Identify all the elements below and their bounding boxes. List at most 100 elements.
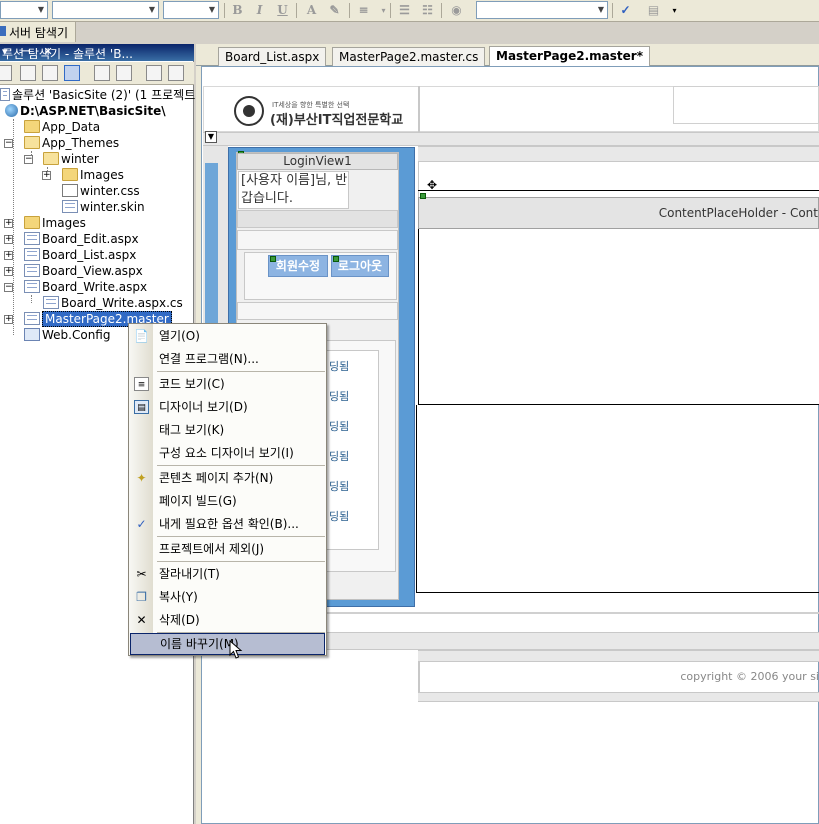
- toolbar-separator: [224, 3, 225, 18]
- expand-icon[interactable]: +: [4, 251, 13, 260]
- expand-icon[interactable]: +: [4, 315, 13, 324]
- logout-button[interactable]: 로그아웃: [331, 255, 389, 277]
- expand-icon[interactable]: +: [4, 235, 13, 244]
- asp-config-icon[interactable]: [168, 65, 184, 81]
- tree-item-web-config[interactable]: Web.Config: [24, 327, 110, 343]
- font-combo[interactable]: ▼: [52, 1, 159, 19]
- numbered-list-icon[interactable]: ☷: [419, 2, 436, 19]
- menu-item-open[interactable]: 📄 열기(O): [130, 325, 325, 347]
- image-icon[interactable]: ◉: [448, 2, 465, 19]
- toolbar-separator: [441, 3, 442, 18]
- menu-item-view-designer[interactable]: ▤ 디자이너 보기(D): [130, 396, 325, 418]
- tree-item-winter-skin[interactable]: winter.skin: [62, 199, 145, 215]
- menu-item[interactable]: 딩됨: [329, 478, 349, 494]
- block-format-combo[interactable]: ▼: [476, 1, 608, 19]
- expand-icon[interactable]: +: [4, 219, 13, 228]
- accessibility-icon[interactable]: ✓: [617, 2, 634, 19]
- tree-item-app-themes[interactable]: App_Themes: [24, 135, 119, 151]
- menu-item[interactable]: 딩됨: [329, 388, 349, 404]
- layout-icon[interactable]: ▤: [645, 2, 662, 19]
- content-placeholder-body[interactable]: [418, 229, 819, 405]
- collapse-icon[interactable]: −: [4, 139, 13, 148]
- control-tag-icon: [270, 256, 276, 262]
- cs-file-icon: [43, 296, 59, 309]
- server-icon: [0, 26, 6, 36]
- underline-button[interactable]: U: [274, 2, 291, 19]
- copy-icon: ❐: [136, 590, 147, 604]
- collapse-icon[interactable]: −: [4, 283, 13, 292]
- menu-item-copy[interactable]: ❐ 복사(Y): [130, 586, 325, 608]
- window-buttons[interactable]: ▾ ꟷ ✕: [2, 44, 190, 59]
- highlight-icon[interactable]: ✎: [326, 2, 343, 19]
- add-content-page-icon: ✦: [136, 471, 147, 485]
- tree-line: [31, 295, 32, 303]
- show-all-files-icon[interactable]: [20, 65, 36, 81]
- menu-item-add-content-page[interactable]: ✦ 콘텐츠 페이지 추가(N): [130, 467, 325, 489]
- font-color-button[interactable]: A: [303, 2, 320, 19]
- menu-item-exclude-from-project[interactable]: 프로젝트에서 제외(J): [130, 538, 325, 560]
- menu-separator: [157, 561, 325, 562]
- folder-icon: [24, 216, 40, 229]
- delete-icon: ✕: [136, 613, 147, 627]
- menu-item[interactable]: 딩됨: [329, 358, 349, 374]
- tree-item-board-list[interactable]: Board_List.aspx: [24, 247, 136, 263]
- tree-item-images-root[interactable]: Images: [24, 215, 86, 231]
- content-placeholder-header[interactable]: ContentPlaceHolder - Cont: [418, 197, 819, 229]
- style-combo[interactable]: ▼: [0, 1, 48, 19]
- tab-masterpage2-master[interactable]: MasterPage2.master*: [489, 46, 650, 67]
- collapse-icon[interactable]: −: [24, 155, 33, 164]
- footer-top-bar: [418, 650, 819, 662]
- tree-item-board-write-cs[interactable]: Board_Write.aspx.cs: [43, 295, 183, 311]
- bold-button[interactable]: B: [229, 2, 246, 19]
- tree-item-images[interactable]: Images: [62, 167, 124, 183]
- tree-item-app-data[interactable]: App_Data: [24, 119, 100, 135]
- menu-item-view-code[interactable]: ≡ 코드 보기(C): [130, 373, 325, 395]
- server-explorer-tab[interactable]: 서버 탐색기: [0, 22, 76, 42]
- refresh-icon[interactable]: [42, 65, 58, 81]
- nest-files-icon[interactable]: [64, 65, 80, 81]
- aspx-file-icon: [24, 248, 40, 261]
- login-row: [237, 230, 398, 250]
- tree-item-solution[interactable]: 솔루션 'BasicSite (2)' (1 프로젝트): [0, 87, 200, 103]
- view-code-icon[interactable]: [94, 65, 110, 81]
- expand-icon[interactable]: +: [42, 171, 51, 180]
- code-view-icon: ≡: [134, 377, 149, 391]
- context-menu: 📄 열기(O) 연결 프로그램(N)... ≡ 코드 보기(C) ▤ 디자이너 보기(…: [128, 323, 327, 656]
- menu-item-view-component-designer[interactable]: 구성 요소 디자이너 보기(I): [130, 442, 325, 464]
- expand-icon[interactable]: +: [4, 267, 13, 276]
- menu-item[interactable]: 딩됨: [329, 508, 349, 524]
- menu-item-open-with[interactable]: 연결 프로그램(N)...: [130, 348, 325, 370]
- chevron-down-icon: ▼: [37, 5, 45, 14]
- menu-item[interactable]: 딩됨: [329, 448, 349, 464]
- chevron-down-icon[interactable]: ▾: [666, 2, 683, 19]
- tree-item-board-edit[interactable]: Board_Edit.aspx: [24, 231, 139, 247]
- skin-file-icon: [62, 200, 78, 213]
- menu-item-build-page[interactable]: 페이지 빌드(G): [130, 490, 325, 512]
- bullet-list-icon[interactable]: ☰: [396, 2, 413, 19]
- menu-item-check-accessibility[interactable]: ✓ 내게 필요한 옵션 확인(B)...: [130, 513, 325, 535]
- config-file-icon: [24, 328, 40, 341]
- menu-item-cut[interactable]: ✂ 잘라내기(T): [130, 563, 325, 585]
- menu-item[interactable]: 딩됨: [329, 418, 349, 434]
- italic-button[interactable]: I: [251, 2, 268, 19]
- properties-icon[interactable]: [0, 65, 12, 81]
- header-bar: [203, 132, 819, 146]
- edit-member-button[interactable]: 회원수정: [268, 255, 328, 277]
- tree-item-winter[interactable]: winter: [43, 151, 99, 167]
- menu-item-delete[interactable]: ✕ 삭제(D): [130, 609, 325, 631]
- toolbar-separator: [349, 3, 350, 18]
- tree-item-board-write[interactable]: Board_Write.aspx: [24, 279, 147, 295]
- font-size-combo[interactable]: ▼: [163, 1, 219, 19]
- tab-masterpage2-cs[interactable]: MasterPage2.master.cs: [332, 47, 486, 66]
- tree-item-winter-css[interactable]: winter.css: [62, 183, 140, 199]
- content-placeholder-label: ContentPlaceHolder - Cont: [658, 206, 818, 220]
- align-icon[interactable]: ≡: [355, 2, 372, 19]
- tree-item-board-view[interactable]: Board_View.aspx: [24, 263, 143, 279]
- menu-item-view-tags[interactable]: 태그 보기(K): [130, 419, 325, 441]
- tree-item-project[interactable]: D:\ASP.NET\BasicSite\: [5, 103, 166, 119]
- view-designer-icon[interactable]: [116, 65, 132, 81]
- menu-item-rename[interactable]: 이름 바꾸기(M): [130, 633, 325, 655]
- tab-board-list[interactable]: Board_List.aspx: [218, 47, 327, 66]
- dropdown-arrow-icon[interactable]: ▼: [205, 131, 217, 143]
- copy-website-icon[interactable]: [146, 65, 162, 81]
